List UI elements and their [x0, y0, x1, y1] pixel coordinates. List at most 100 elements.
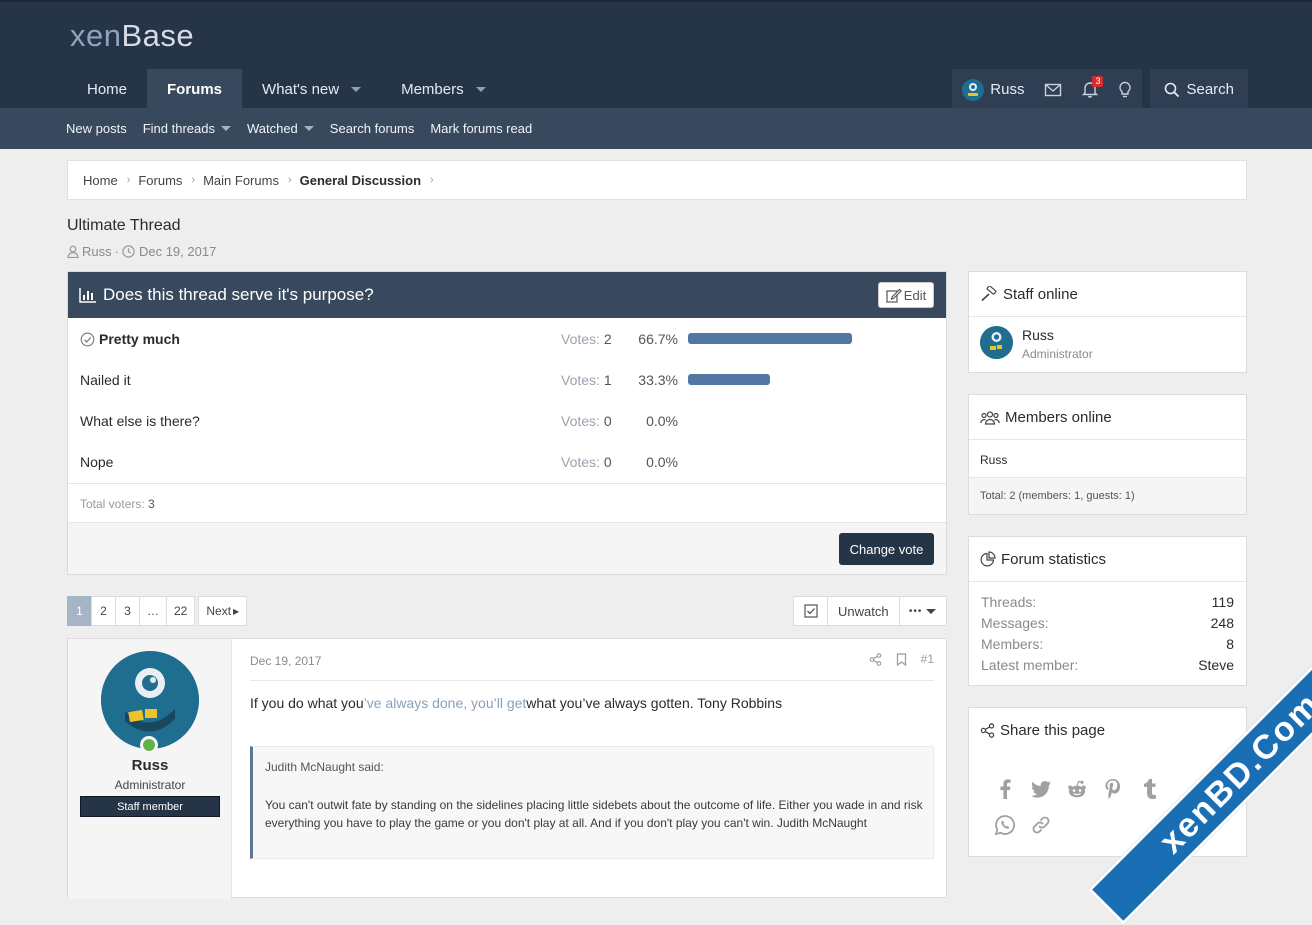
online-indicator [140, 736, 158, 754]
quote-text: You can't outwit fate by standing on the… [265, 798, 923, 830]
user-title: Administrator [114, 778, 186, 792]
pinterest-icon[interactable] [1095, 771, 1131, 807]
chevron-down-icon[interactable] [351, 87, 362, 92]
chevron-right-icon: › [430, 174, 434, 186]
reddit-icon[interactable] [1059, 771, 1095, 807]
site-header: xenBase Home Forums What's new Members R… [0, 0, 1312, 110]
nav-tab-home[interactable]: Home [67, 69, 147, 110]
users-icon [980, 410, 1000, 425]
poll-result-bar [688, 333, 852, 344]
site-logo[interactable]: xenBase [70, 18, 194, 54]
poll-response-text: What else is there? [80, 413, 200, 429]
post: Russ Administrator Staff member Dec 19, … [67, 638, 947, 899]
quote-author[interactable]: Judith McNaught said: [265, 760, 384, 774]
subnav-find-threads[interactable]: Find threads [135, 121, 239, 136]
page-skip[interactable]: … [139, 596, 167, 626]
whatsapp-icon[interactable] [987, 807, 1023, 843]
gavel-icon [981, 286, 997, 302]
thread-meta: Russ · Dec 19, 2017 [67, 244, 216, 259]
user-nav: Russ 3 Search [952, 69, 1248, 110]
search-button[interactable]: Search [1150, 69, 1248, 110]
breadcrumb-main-forums[interactable]: Main Forums › [203, 173, 300, 188]
poll-percentage: 33.3% [638, 372, 678, 388]
subnav-new-posts[interactable]: New posts [58, 121, 135, 136]
chevron-down-icon[interactable] [475, 87, 486, 92]
members-online-total: Total: 2 (members: 1, guests: 1) [969, 478, 1246, 514]
page-link-22[interactable]: 22 [166, 596, 196, 626]
chevron-right-icon: › [191, 174, 196, 186]
poll-response-row: Nailed it Votes: 1 33.3% [68, 359, 946, 400]
chevron-right-icon: › [126, 174, 131, 186]
chevron-down-icon[interactable] [220, 126, 231, 131]
alerts-button[interactable]: 3 [1072, 69, 1109, 110]
bookmark-icon[interactable] [896, 652, 907, 666]
nav-tab-whats-new[interactable]: What's new [242, 69, 381, 110]
nav-tab-forums[interactable]: Forums [147, 69, 243, 110]
facebook-icon[interactable] [987, 771, 1023, 807]
stat-messages: Messages: 248 [981, 615, 1234, 631]
page-nav: 1 2 3 … 22 Next ▶ [67, 596, 248, 626]
page-link-1[interactable]: 1 [67, 596, 92, 626]
main-nav: Home Forums What's new Members [67, 69, 506, 110]
user-icon [67, 245, 79, 258]
poll-block: Does this thread serve it's purpose? Edi… [67, 271, 947, 575]
avatar[interactable] [101, 651, 199, 749]
chevron-down-icon [926, 608, 937, 614]
quote-block: Judith McNaught said: You can't outwit f… [250, 746, 934, 859]
stat-threads: Threads: 119 [981, 594, 1234, 610]
next-page-button[interactable]: Next ▶ [198, 596, 248, 626]
page-link-2[interactable]: 2 [91, 596, 116, 626]
nav-tab-members[interactable]: Members [381, 69, 506, 110]
checkbox-icon [803, 604, 818, 618]
select-thread-checkbox[interactable] [793, 596, 828, 626]
post-body: If you do what you’ve always done, you’l… [250, 695, 783, 711]
tumblr-icon[interactable] [1131, 771, 1167, 807]
envelope-icon [1045, 83, 1062, 96]
post-number[interactable]: #1 [921, 652, 934, 666]
breadcrumb-home[interactable]: Home › [83, 173, 138, 188]
subnav-watched[interactable]: Watched [239, 121, 322, 136]
subnav-mark-forums-read[interactable]: Mark forums read [422, 121, 540, 136]
twitter-icon[interactable] [1023, 771, 1059, 807]
poll-result-bar [688, 374, 770, 385]
unwatch-button[interactable]: Unwatch [827, 596, 900, 626]
post-username[interactable]: Russ [68, 757, 232, 774]
avatar[interactable] [980, 326, 1013, 359]
post-date[interactable]: Dec 19, 2017 [250, 654, 321, 668]
poll-vote-count: Votes: 0 [561, 454, 612, 470]
staff-role: Administrator [1022, 347, 1093, 361]
change-vote-button[interactable]: Change vote [839, 533, 934, 565]
poll-response-row: Nope Votes: 0 0.0% [68, 441, 946, 482]
poll-response-row: Pretty much Votes: 2 66.7% [68, 318, 946, 359]
link-icon[interactable] [1023, 807, 1059, 843]
members-online-block: Members online Russ Total: 2 (members: 1… [968, 394, 1247, 515]
thread-author[interactable]: Russ [67, 244, 112, 259]
forum-statistics-block: Forum statistics Threads: 119 Messages: 24… [968, 536, 1247, 686]
post-tools: #1 [855, 652, 934, 666]
share-icon[interactable] [869, 652, 882, 666]
breadcrumb-general-discussion[interactable]: General Discussion › [300, 173, 442, 188]
stat-latest-member: Latest member: Steve [981, 657, 1234, 673]
breadcrumb-forums[interactable]: Forums › [138, 173, 203, 188]
breadcrumb: Home › Forums › Main Forums › General Discu… [67, 160, 1247, 200]
poll-percentage: 0.0% [646, 454, 678, 470]
share-icon [980, 723, 995, 738]
monster-avatar-icon [980, 326, 1013, 359]
edit-poll-button[interactable]: Edit [878, 282, 934, 308]
staff-name[interactable]: Russ [1022, 327, 1054, 343]
poll-percentage: 0.0% [646, 413, 678, 429]
thread-date[interactable]: Dec 19, 2017 [122, 244, 216, 259]
chevron-down-icon[interactable] [303, 126, 314, 131]
subnav-search-forums[interactable]: Search forums [322, 121, 423, 136]
account-menu[interactable]: Russ [952, 69, 1035, 110]
poll-total: Total voters: 3 [68, 483, 946, 523]
edit-icon [886, 288, 902, 303]
poll-percentage: 66.7% [638, 331, 678, 347]
inbox-button[interactable] [1034, 69, 1073, 110]
poll-response-row: What else is there? Votes: 0 0.0% [68, 400, 946, 441]
more-options-button[interactable]: ••• [898, 596, 947, 626]
alert-count-badge: 3 [1092, 76, 1104, 87]
page-link-3[interactable]: 3 [115, 596, 140, 626]
whats-new-button[interactable] [1108, 69, 1143, 110]
members-online-list[interactable]: Russ [969, 440, 1246, 478]
